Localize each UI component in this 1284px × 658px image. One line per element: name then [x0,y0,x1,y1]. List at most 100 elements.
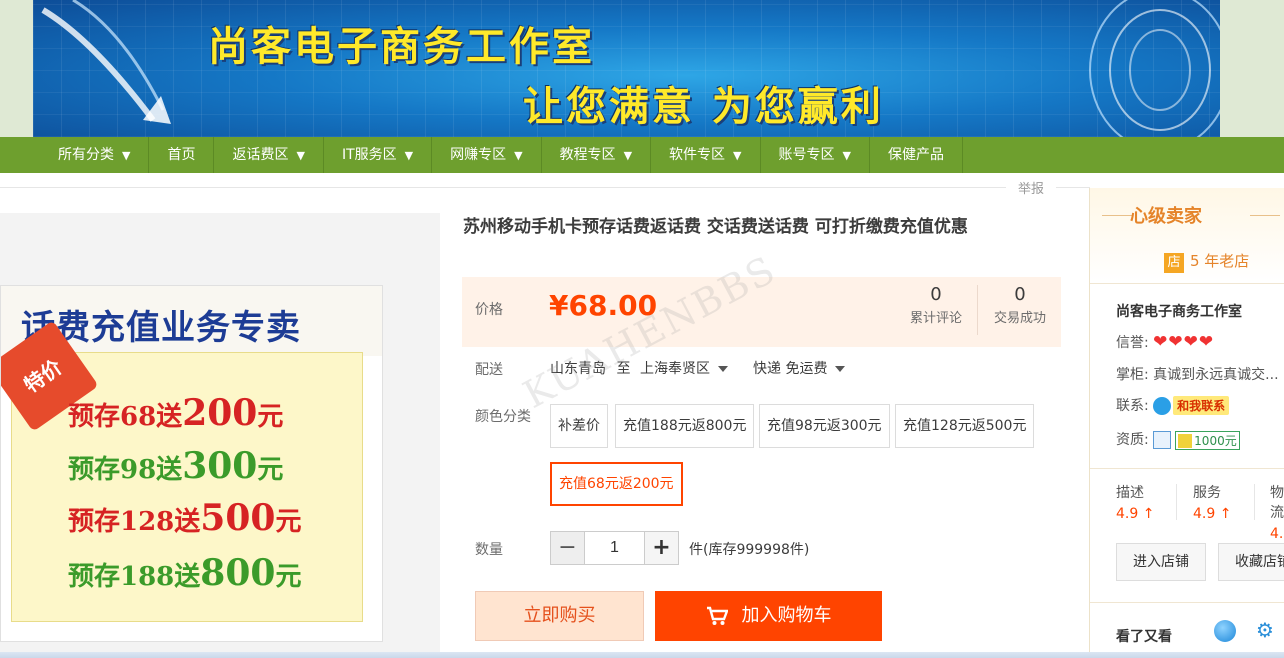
banner-swirl-graphic [1089,0,1220,137]
favorite-shop-button[interactable]: 收藏店铺 [1218,543,1284,581]
decor-line [1250,215,1280,216]
nav-item[interactable]: 所有分类 ▼ [40,137,150,173]
chevron-down-icon [835,366,846,372]
quantity-minus-button[interactable]: − [551,532,584,564]
stat-divider [977,285,978,335]
promo-line-unit: 元 [257,402,284,432]
nav-item-label: 返话费区 [232,147,289,163]
keeper-name[interactable]: 真诚到永远真诚交... [1153,367,1278,383]
sku-option[interactable]: 充值188元返800元 [615,404,755,448]
gear-icon[interactable]: ⚙ [1254,619,1276,641]
nav-item[interactable]: 教程专区 ▼ [542,137,652,173]
nav-item-label: 软件专区 [669,147,726,163]
contact-label: 联系: [1116,398,1149,414]
seller-panel: 心级卖家 店 5 年老店 尚客电子商务工作室 信誉: ❤❤❤❤ 掌柜: 真诚到永远… [1089,188,1284,658]
browser-bottom-bar [0,652,1284,658]
ship-method: 快递 免运费 [753,361,828,377]
chat-icon[interactable] [1214,620,1236,642]
promo-line-pre: 预存68送 [68,402,183,432]
sku-option[interactable]: 补差价 [550,404,608,448]
nav-item[interactable]: 首页 [149,137,215,173]
add-to-cart-button[interactable]: 加入购物车 [655,591,882,641]
dsr-service: 服务 4.9 ↑ [1193,482,1231,522]
nav-item[interactable]: IT服务区 ▼ [324,137,433,173]
promo-line-pre: 预存188送 [68,562,201,592]
reviews-stat[interactable]: 0 累计评论 [896,284,976,326]
chevron-down-icon: ▼ [514,149,523,162]
nav-item-label: 网赚专区 [450,147,507,163]
dsr-value: 4.9 [1270,526,1284,542]
nav-item[interactable]: 返话费区 ▼ [214,137,324,173]
credit-row: 信誉: ❤❤❤❤ [1116,332,1214,352]
chevron-down-icon: ▼ [842,149,851,162]
reviews-label: 累计评论 [909,311,962,326]
chevron-down-icon: ▼ [404,149,414,162]
sales-label: 交易成功 [993,311,1046,326]
id-cert-icon[interactable] [1153,431,1172,449]
quantity-label: 数量 [475,542,503,558]
cert-row: 资质: 1000元 [1116,429,1240,450]
banner-arrow-graphic [41,0,171,124]
chevron-down-icon: ▼ [296,149,305,162]
deposit-amount: 1000元 [1194,433,1237,448]
quantity-input[interactable] [584,532,645,564]
chevron-down-icon: ▼ [623,149,633,162]
dsr-value: 4.9 ↑ [1116,506,1155,522]
nav-item[interactable]: 账号专区 ▼ [761,137,870,173]
quantity-stepper: − + [550,531,679,565]
promo-line-pre: 预存98送 [68,455,183,485]
quantity-plus-button[interactable]: + [645,532,678,564]
promo-line: 预存188送800元 [68,552,301,594]
nav-item[interactable]: 软件专区 ▼ [651,137,761,173]
promo-line-pre: 预存128送 [68,507,201,537]
dsr-logistics: 物流 4.9 [1270,482,1284,542]
shop-nav: 所有分类 ▼ 首页 返话费区 ▼ IT服务区 ▼ 网赚专区 ▼ 教程专区 ▼ 软件专区 ▼ 账号专区 ▼ 保健… [0,137,1284,173]
store-icon: 店 [1164,253,1184,273]
buy-now-button[interactable]: 立即购买 [475,591,644,641]
cart-icon [706,606,728,625]
dsr-label: 服务 [1193,485,1221,501]
enter-shop-button[interactable]: 进入店铺 [1116,543,1206,581]
promo-line: 预存68送200元 [68,392,283,434]
deposit-icon [1178,434,1193,448]
heart-icon[interactable]: ❤❤❤❤ [1153,332,1214,352]
nav-item[interactable]: 保健产品 [870,137,963,173]
keeper-label: 掌柜: [1116,367,1149,383]
promo-line-num: 300 [182,445,258,487]
dsr-description: 描述 4.9 ↑ [1116,482,1154,522]
dsr-label: 物流 [1270,485,1284,521]
deposit-badge[interactable]: 1000元 [1175,430,1240,450]
ship-to-select[interactable]: 上海奉贤区 [640,358,728,378]
contact-button[interactable]: 和我联系 [1173,396,1230,415]
shop-name[interactable]: 尚客电子商务工作室 [1116,301,1242,321]
sku-option[interactable]: 充值68元返200元 [550,462,683,506]
shipping-label: 配送 [475,362,503,378]
cert-label: 资质: [1116,432,1149,448]
sku-option[interactable]: 充值128元返500元 [895,404,1035,448]
price-label: 价格 [475,302,503,318]
divider [0,187,1090,188]
nav-item-label: 账号专区 [778,147,835,163]
credit-label: 信誉: [1116,335,1149,351]
sales-stat: 0 交易成功 [980,284,1060,326]
promo-line-num: 800 [200,552,276,594]
nav-item-label: 保健产品 [887,147,944,163]
promo-line-unit: 元 [275,562,302,592]
store-age-text: 5 年老店 [1190,252,1250,270]
ship-method-select[interactable]: 快递 免运费 [753,358,846,378]
ship-to-city: 上海奉贤区 [640,361,710,377]
promo-line-unit: 元 [257,455,284,485]
banner-title: 尚客电子商务工作室 [208,23,595,70]
dsr-value: 4.9 ↑ [1193,506,1232,522]
shop-banner[interactable]: 尚客电子商务工作室 让您满意 为您赢利 [33,0,1220,137]
divider [1090,468,1284,469]
report-link[interactable]: 举报 [1006,178,1057,197]
stock-text: 件(库存999998件) [689,542,810,558]
nav-item-label: 所有分类 [58,147,114,163]
nav-item[interactable]: 网赚专区 ▼ [432,137,542,173]
sku-option[interactable]: 充值98元返300元 [759,404,890,448]
promo-line: 预存98送300元 [68,445,283,487]
decor-line [1102,215,1132,216]
product-title: 苏州移动手机卡预存话费返话费 交话费送话费 可打折缴费充值优惠 [463,217,968,237]
promo-line-num: 200 [182,392,258,434]
